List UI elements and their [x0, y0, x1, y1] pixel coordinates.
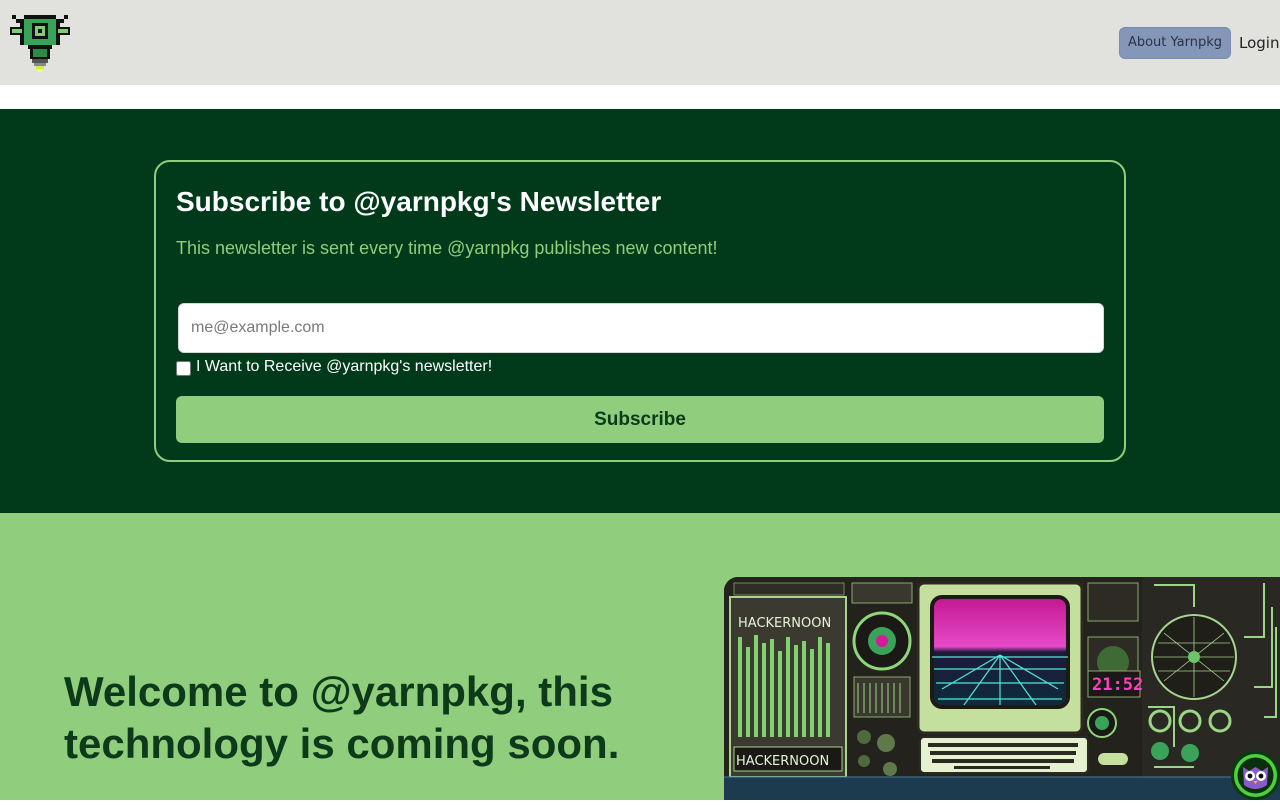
- robot-lightbulb-logo-icon[interactable]: [10, 13, 70, 73]
- top-navbar: About Yarnpkg Login: [0, 0, 1280, 85]
- consent-label: I Want to Receive @yarnpkg's newsletter!: [196, 358, 493, 375]
- consent-row[interactable]: I Want to Receive @yarnpkg's newsletter!: [176, 356, 492, 378]
- header-spacer: [0, 85, 1280, 109]
- art-clock-readout: 21:52: [1092, 675, 1143, 695]
- hero-heading: Welcome to @yarnpkg, this technology is …: [64, 668, 620, 767]
- hero-section: Welcome to @yarnpkg, this technology is …: [0, 513, 1280, 800]
- art-brand-bottom: HACKERNOON: [736, 754, 829, 769]
- about-yarnpkg-button[interactable]: About Yarnpkg: [1119, 27, 1231, 59]
- email-input[interactable]: [178, 303, 1104, 353]
- art-brand-top: HACKERNOON: [738, 616, 831, 631]
- subscribe-button[interactable]: Subscribe: [176, 396, 1104, 443]
- hackernoon-owl-icon[interactable]: [1231, 751, 1280, 800]
- retro-computer-illustration: HACKERNOON HACKERNOON 21:52: [724, 577, 1280, 800]
- newsletter-subtitle: This newsletter is sent every time @yarn…: [176, 238, 718, 258]
- newsletter-section: Subscribe to @yarnpkg's Newsletter This …: [0, 109, 1280, 513]
- login-link[interactable]: Login: [1239, 32, 1279, 54]
- consent-checkbox[interactable]: [176, 360, 191, 376]
- newsletter-card: Subscribe to @yarnpkg's Newsletter This …: [154, 160, 1126, 462]
- newsletter-title: Subscribe to @yarnpkg's Newsletter: [176, 186, 662, 217]
